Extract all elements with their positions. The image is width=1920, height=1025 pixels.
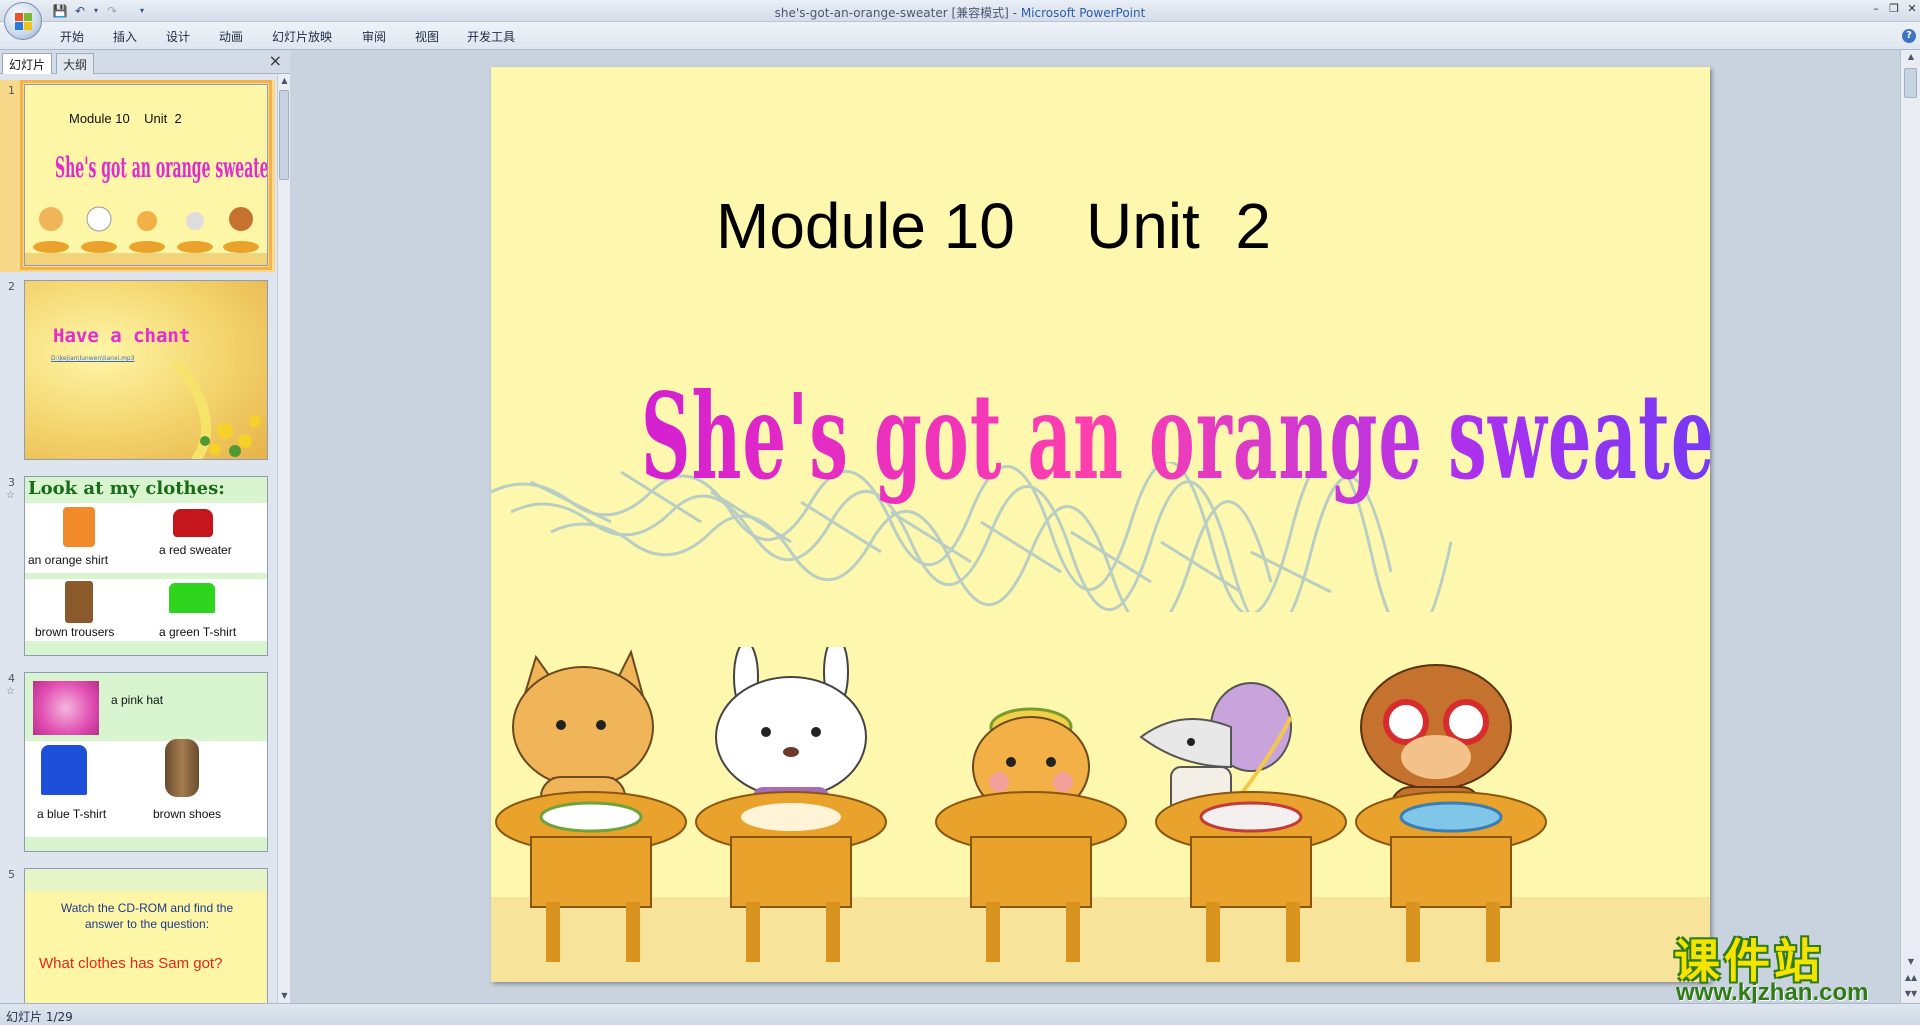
thumb-flowers-illustration [171,361,261,459]
thumb-title-text: Look at my clothes: [28,478,225,499]
thumbnail-row[interactable]: 2 Have a chant D:\kejian\lunwen\lianxi.m… [0,276,275,468]
thumb-item-label: an orange shirt [28,553,109,567]
thumb-instruction-text: Watch the CD-ROM and find the [60,901,234,915]
status-bar: 幻灯片 1/29 [0,1003,1920,1025]
title-bar: 💾 ↶ ▾ ↷ ▾ she's-got-an-orange-sweater [兼… [0,0,1920,22]
slide-number: 5 [8,868,15,881]
scroll-up-icon[interactable]: ▲ [1901,50,1920,64]
thumb-media-link[interactable]: D:\kejian\lunwen\lianxi.mp3 [51,355,135,362]
thumbnail-row[interactable]: 4 ☆ a pink hat a blue T-shirt brown shoe… [0,668,275,860]
brown-shoes-icon [165,739,199,797]
slides-panel: 幻灯片 大纲 × 1 Module 10 Unit 2 She's got an… [0,50,290,1003]
thumb-instruction-text: answer to the question: [84,917,210,931]
thumb-item-label: a pink hat [111,693,164,707]
previous-slide-icon[interactable]: ▲▲ [1901,971,1920,985]
slide-thumbnail-4[interactable]: a pink hat a blue T-shirt brown shoes [24,672,268,852]
watermark-logo: 课件站 www.kjzhan.com [1670,925,1900,1006]
thumb-item-label: a blue T-shirt [37,807,107,821]
scroll-thumb[interactable] [279,90,289,180]
thumbnail-row[interactable]: 5 Watch the CD-ROM and find the answer t… [0,864,275,1003]
panel-tabs: 幻灯片 大纲 × [0,50,290,74]
slide-canvas[interactable]: Module 10 Unit 2 She's got an orange swe… [491,67,1710,982]
close-icon[interactable]: ✕ [1904,2,1920,16]
panel-close-icon[interactable]: × [269,53,282,69]
slide-module-text[interactable]: Module 10 Unit 2 [716,189,1271,263]
thumb-question-text: What clothes has Sam got? [39,955,223,972]
thumb-module-text: Module 10 Unit 2 [69,111,182,126]
tab-outline[interactable]: 大纲 [56,53,95,74]
slide-thumbnail-2[interactable]: Have a chant D:\kejian\lunwen\lianxi.mp3 [24,280,268,460]
office-button[interactable] [4,2,42,40]
blue-tshirt-icon [41,745,87,795]
animation-star-icon: ☆ [6,490,15,501]
tab-review[interactable]: 审阅 [362,28,386,45]
thumb-animals-illustration [25,206,267,265]
scroll-up-icon[interactable]: ▲ [278,74,291,88]
animals-at-tables-illustration [495,647,1547,962]
tab-animations[interactable]: 动画 [219,28,243,45]
next-slide-icon[interactable]: ▼▼ [1901,987,1920,1001]
thumbnail-scrollbar[interactable]: ▲ ▼ [277,74,290,1003]
tab-developer[interactable]: 开发工具 [467,28,515,45]
slide-thumbnail-5[interactable]: Watch the CD-ROM and find the answer to … [24,868,268,1003]
red-sweater-icon [173,509,213,537]
restore-icon[interactable]: ❐ [1886,2,1902,16]
pink-hat-icon [33,681,99,735]
animation-star-icon: ☆ [6,686,15,697]
slide-number: 2 [8,280,15,293]
orange-shirt-icon [63,507,95,547]
thumb-item-label: brown shoes [153,807,222,821]
thumbnail-row[interactable]: 3 ☆ Look at my clothes: an orange shirt … [0,472,275,664]
tab-insert[interactable]: 插入 [113,28,137,45]
slide-number: 3 [8,476,15,489]
scroll-down-icon[interactable]: ▼ [1901,955,1920,969]
help-icon[interactable]: ? [1902,29,1916,43]
slide-thumbnail-3[interactable]: Look at my clothes: an orange shirt a re… [24,476,268,656]
thumb-item-label: brown trousers [35,625,115,639]
slide-title-wordart[interactable]: She's got an orange sweater. [641,367,1710,506]
scroll-thumb[interactable] [1904,68,1917,98]
slide-counter: 幻灯片 1/29 [6,1010,73,1024]
tab-slideshow[interactable]: 幻灯片放映 [272,28,332,45]
editor-scrollbar[interactable]: ▲ ▼ ▲▲ ▼▼ [1900,50,1920,1003]
slide-number: 4 [8,672,15,685]
brown-trousers-icon [65,581,93,623]
thumb-title-text: Have a chant [53,325,191,347]
thumb-item-label: a red sweater [159,543,232,557]
thumb-item-label: a green T-shirt [159,625,237,639]
tab-design[interactable]: 设计 [166,28,190,45]
thumb-title-text: She's got an orange sweater. [55,151,268,184]
thumbnail-list: 1 Module 10 Unit 2 She's got an orange s… [0,74,275,1003]
green-tshirt-icon [169,583,215,613]
slide-number: 1 [8,84,15,97]
ribbon-tabs: 开始 插入 设计 动画 幻灯片放映 审阅 视图 开发工具 ? [0,22,1920,50]
minimize-icon[interactable]: – [1868,2,1884,16]
tab-view[interactable]: 视图 [415,28,439,45]
tab-slides[interactable]: 幻灯片 [2,53,53,74]
scroll-down-icon[interactable]: ▼ [278,989,291,1003]
slide-thumbnail-1[interactable]: Module 10 Unit 2 She's got an orange swe… [20,80,272,270]
thumbnail-row[interactable]: 1 Module 10 Unit 2 She's got an orange s… [0,80,275,272]
tab-home[interactable]: 开始 [60,28,84,45]
window-title: she's-got-an-orange-sweater [兼容模式] - Mic… [774,6,1146,20]
office-logo-icon [15,13,33,31]
